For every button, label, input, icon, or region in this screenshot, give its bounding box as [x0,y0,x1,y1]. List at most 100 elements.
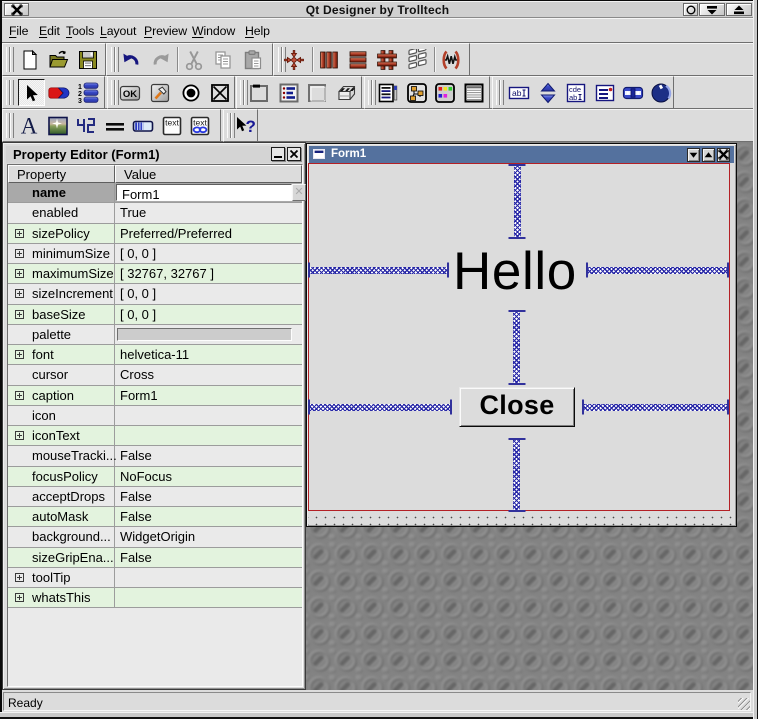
combo-box-button[interactable] [592,80,618,106]
property-row-focusPolicy[interactable]: focusPolicyNoFocus [8,467,302,487]
tab-widget-button[interactable] [333,80,359,106]
check-box-button[interactable] [207,80,233,106]
window-shade-button[interactable] [699,3,725,16]
text-label-button[interactable] [16,113,42,139]
pixmap-label-button[interactable] [45,113,71,139]
cut-button[interactable] [181,47,207,73]
property-row-palette[interactable]: palette [8,325,302,345]
property-row-font[interactable]: fonthelvetica-11 [8,345,302,365]
save-file-button[interactable] [75,47,101,73]
toolbar-handle[interactable] [10,80,14,105]
form-unshade-button[interactable] [702,148,715,162]
push-button-button[interactable] [117,80,143,106]
property-row-minimumSize[interactable]: minimumSize[ 0, 0 ] [8,244,302,264]
list-box-button[interactable] [276,80,302,106]
table-button[interactable] [432,80,458,106]
property-row-acceptDrops[interactable]: acceptDropsFalse [8,487,302,507]
property-row-iconText[interactable]: iconText [8,426,302,446]
menu-preview[interactable]: Preview [144,24,187,38]
resize-grip[interactable] [738,698,750,710]
column-header-value[interactable]: Value [115,165,302,183]
palette-preview[interactable] [117,328,292,341]
adjust-size-button[interactable] [281,47,307,73]
redo-button[interactable] [148,47,174,73]
expand-icon[interactable] [15,289,24,298]
property-row-sizePolicy[interactable]: sizePolicyPreferred/Preferred [8,224,302,244]
undo-button[interactable] [118,47,144,73]
line-edit-button[interactable] [506,80,532,106]
horizontal-spacer-close-right[interactable] [583,404,728,411]
vertical-spacer-middle[interactable] [513,311,520,384]
frame-button[interactable] [304,80,330,106]
dial-button[interactable] [648,80,674,106]
property-row-caption[interactable]: captionForm1 [8,386,302,406]
layout-grid-button[interactable] [374,47,400,73]
horizontal-spacer-hello-right[interactable] [587,267,728,274]
property-row-maximumSize[interactable]: maximumSize[ 32767, 32767 ] [8,264,302,284]
break-layout-button[interactable] [404,47,430,73]
expand-icon[interactable] [15,310,24,319]
expand-icon[interactable] [15,431,24,440]
property-row-whatsThis[interactable]: whatsThis [8,588,302,608]
copy-button[interactable] [210,47,236,73]
expand-icon[interactable] [15,350,24,359]
layout-vertical-button[interactable] [345,47,371,73]
horizontal-spacer-hello-left[interactable] [309,267,448,274]
spin-box-button[interactable] [535,80,561,106]
property-row-enabled[interactable]: enabledTrue [8,203,302,223]
lcd-number-button[interactable] [73,113,99,139]
property-row-baseSize[interactable]: baseSize[ 0, 0 ] [8,305,302,325]
property-row-icon[interactable]: icon [8,406,302,426]
text-view-button[interactable] [159,113,185,139]
text-edit-button[interactable] [563,80,589,106]
hello-label[interactable]: Hello [453,247,575,297]
icon-view-button[interactable] [404,80,430,106]
connect-signals-button[interactable] [46,80,72,106]
toolbar-handle[interactable] [500,80,504,105]
menu-tools[interactable]: Tools [66,24,94,38]
menu-window[interactable]: Window [192,24,235,38]
progress-bar-button[interactable] [130,113,156,139]
data-table-button[interactable] [461,80,487,106]
menu-edit[interactable]: Edit [39,24,60,38]
expand-icon[interactable] [15,269,24,278]
property-row-cursor[interactable]: cursorCross [8,365,302,385]
column-header-property[interactable]: Property [8,165,115,183]
layout-horizontal-button[interactable] [316,47,342,73]
radio-button-button[interactable] [178,80,204,106]
form-titlebar[interactable]: Form1 [309,146,734,163]
name-value-input[interactable]: Form1 [116,184,292,201]
titlebar[interactable]: Qt Designer by Trolltech [2,1,753,18]
property-editor-titlebar[interactable]: Property Editor (Form1) [6,146,302,163]
slider-button[interactable] [620,80,646,106]
menu-help[interactable]: Help [245,24,270,38]
property-row-toolTip[interactable]: toolTip [8,568,302,588]
form-window[interactable]: Form1 Hello Close [306,143,737,527]
add-spacer-button[interactable] [438,47,464,73]
vertical-spacer-bottom[interactable] [513,439,520,511]
pointer-button[interactable] [18,79,45,106]
tool-button-button[interactable] [147,80,173,106]
expand-icon[interactable] [15,593,24,602]
whats-this-button[interactable] [232,113,258,139]
expand-icon[interactable] [15,573,24,582]
horizontal-spacer-close-left[interactable] [309,404,451,411]
property-row-background[interactable]: background...WidgetOrigin [8,527,302,547]
clear-name-button[interactable]: ✕ [292,184,306,201]
paste-button[interactable] [240,47,266,73]
menu-file[interactable]: File [9,24,28,38]
close-pushbutton[interactable]: Close [459,387,575,427]
property-row-name[interactable]: nameForm1✕ [8,183,302,203]
open-file-button[interactable] [46,47,72,73]
list-view-button[interactable] [375,80,401,106]
button-group-button[interactable] [246,80,272,106]
property-row-sizeGripEna[interactable]: sizeGripEna...False [8,548,302,568]
property-editor-close-button[interactable] [287,147,301,161]
expand-icon[interactable] [15,391,24,400]
line-button[interactable] [102,113,128,139]
form-canvas[interactable]: Hello Close [308,163,734,524]
form-shade-button[interactable] [687,148,700,162]
toolbar-handle[interactable] [10,113,14,138]
new-file-button[interactable] [17,47,43,73]
property-row-mouseTracki[interactable]: mouseTracki...False [8,446,302,466]
